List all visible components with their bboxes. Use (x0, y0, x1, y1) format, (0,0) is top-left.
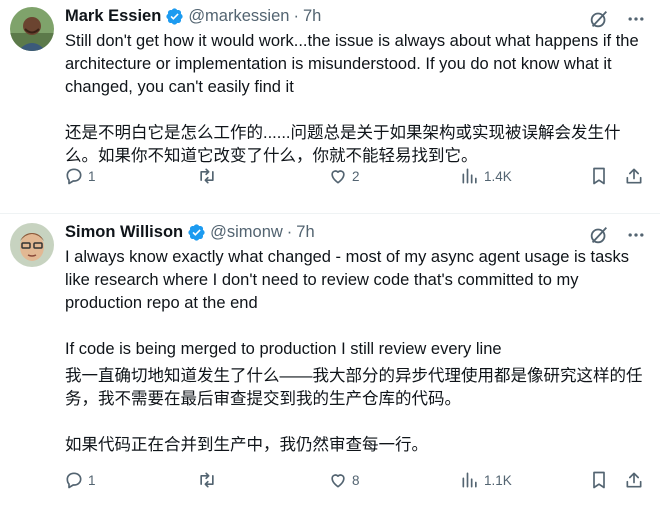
repost-button[interactable] (196, 166, 222, 186)
bookmark-icon (590, 470, 608, 490)
timestamp[interactable]: 7h (296, 223, 314, 242)
author-name[interactable]: Simon Willison (65, 223, 183, 242)
views-icon (460, 166, 480, 186)
bookmark-button[interactable] (590, 470, 608, 490)
like-button[interactable]: 8 (328, 470, 360, 490)
views-count: 1.1K (484, 472, 512, 488)
repost-button[interactable] (196, 470, 222, 490)
more-icon[interactable] (626, 225, 646, 250)
tweet-paragraph: Still don't get how it would work...the … (65, 32, 639, 96)
verified-badge-icon (165, 7, 184, 26)
like-button[interactable]: 2 (328, 166, 360, 186)
author-handle[interactable]: @simonw (210, 223, 283, 242)
avatar[interactable] (10, 223, 54, 267)
verified-badge-icon (187, 223, 206, 242)
tweet-simonw[interactable]: Simon Willison @simonw · 7h I always kno… (0, 213, 660, 518)
tweet-paragraph: 如果代码正在合并到生产中，我仍然审查每一行。 (65, 436, 428, 454)
repost-icon (196, 166, 218, 186)
like-icon (328, 166, 348, 186)
grok-icon[interactable] (588, 8, 610, 35)
tweet-paragraph: 还是不明白它是怎么工作的......问题总是关于如果架构或实现被误解会发生什么。… (65, 124, 621, 165)
tweet-paragraph: I always know exactly what changed - mos… (65, 248, 630, 312)
reply-icon (64, 166, 84, 186)
share-icon (624, 470, 644, 490)
views-icon (460, 470, 480, 490)
tweet-text: I always know exactly what changed - mos… (65, 246, 646, 457)
views-button[interactable]: 1.1K (460, 470, 512, 490)
reply-button[interactable]: 1 (64, 166, 96, 186)
grok-icon[interactable] (588, 224, 610, 251)
reply-button[interactable]: 1 (64, 470, 96, 490)
views-count: 1.4K (484, 168, 512, 184)
bookmark-icon (590, 166, 608, 186)
tweet-text: Still don't get how it would work...the … (65, 30, 646, 168)
reply-count: 1 (88, 472, 96, 488)
reply-count: 1 (88, 168, 96, 184)
share-button[interactable] (624, 470, 644, 490)
bookmark-button[interactable] (590, 166, 608, 186)
share-button[interactable] (624, 166, 644, 186)
separator: · (286, 222, 293, 241)
share-icon (624, 166, 644, 186)
views-button[interactable]: 1.4K (460, 166, 512, 186)
more-icon[interactable] (626, 9, 646, 34)
like-count: 8 (352, 472, 360, 488)
separator: · (293, 6, 299, 25)
like-icon (328, 470, 348, 490)
repost-icon (196, 470, 218, 490)
tweet-paragraph: 我一直确切地知道发生了什么——我大部分的异步代理使用都是像研究这样的任务，我不需… (65, 367, 643, 408)
author-handle[interactable]: @markessien (188, 7, 289, 26)
reply-icon (64, 470, 84, 490)
timestamp[interactable]: 7h (303, 7, 321, 26)
tweet-paragraph: If code is being merged to production I … (65, 340, 502, 358)
author-name[interactable]: Mark Essien (65, 7, 161, 26)
like-count: 2 (352, 168, 360, 184)
avatar[interactable] (10, 7, 54, 51)
tweet-markessien[interactable]: Mark Essien @markessien · 7h Still don't… (0, 0, 660, 213)
